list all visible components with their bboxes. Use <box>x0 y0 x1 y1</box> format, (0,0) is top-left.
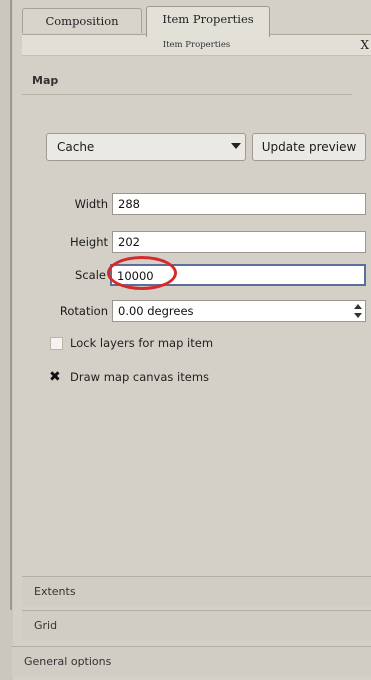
item-properties-window: Composition Item Properties Item Propert… <box>0 0 371 680</box>
tab-composition[interactable]: Composition <box>22 8 142 33</box>
spin-up-icon[interactable] <box>354 304 362 309</box>
preview-mode-select[interactable]: Cache <box>46 133 246 161</box>
left-dock-strip <box>0 0 13 680</box>
width-value: 288 <box>118 197 140 211</box>
scale-label: Scale <box>75 268 106 282</box>
section-header-map[interactable]: Map <box>22 68 232 94</box>
height-value: 202 <box>118 235 140 249</box>
rotation-spinbox[interactable]: 0.00 degrees <box>112 300 366 322</box>
height-label: Height <box>69 235 108 249</box>
draw-canvas-checkbox[interactable]: ✖ <box>49 369 61 385</box>
chevron-down-icon[interactable] <box>231 143 241 149</box>
tab-item-properties[interactable]: Item Properties <box>146 6 270 37</box>
section-header-extents[interactable]: Extents <box>22 576 371 606</box>
close-icon[interactable]: X <box>360 35 369 55</box>
tab-bar: Composition Item Properties <box>22 6 371 37</box>
dock-title: Item Properties <box>162 40 231 50</box>
width-input[interactable]: 288 <box>112 193 366 215</box>
rotation-label: Rotation <box>59 304 108 318</box>
section-divider <box>22 94 352 95</box>
height-input[interactable]: 202 <box>112 231 366 253</box>
rotation-value: 0.00 degrees <box>118 304 194 318</box>
spin-down-icon[interactable] <box>354 313 362 318</box>
preview-mode-value: Cache <box>57 140 95 154</box>
width-label: Width <box>74 197 108 211</box>
draw-canvas-label: Draw map canvas items <box>70 370 210 384</box>
section-header-grid[interactable]: Grid <box>22 610 371 640</box>
update-preview-button[interactable]: Update preview <box>252 133 366 161</box>
lock-layers-checkbox[interactable] <box>50 337 63 350</box>
lock-layers-label: Lock layers for map item <box>70 336 214 350</box>
dock-title-bar: Item Properties X <box>22 34 371 56</box>
dock-splitter[interactable] <box>10 0 12 610</box>
section-header-general-options[interactable]: General options <box>12 646 371 676</box>
highlight-annotation <box>107 256 177 290</box>
